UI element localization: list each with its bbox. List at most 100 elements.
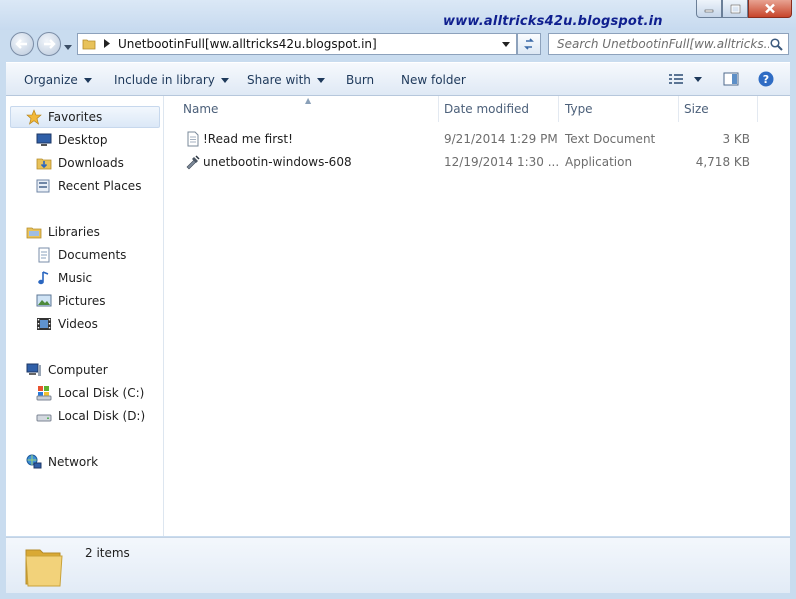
refresh-button[interactable] xyxy=(517,33,541,55)
music-icon xyxy=(36,270,52,286)
new-folder-label: New folder xyxy=(401,73,466,87)
sidebar-label: Videos xyxy=(58,317,98,331)
column-header-name[interactable]: Name xyxy=(183,102,218,116)
sidebar-item-downloads[interactable]: Downloads xyxy=(36,154,124,172)
help-button[interactable]: ? xyxy=(758,71,774,87)
folder-icon xyxy=(25,549,63,587)
organize-label: Organize xyxy=(24,73,78,87)
column-header-size[interactable]: Size xyxy=(684,102,709,116)
sidebar-item-libraries[interactable]: Libraries xyxy=(26,223,100,241)
sidebar-label: Documents xyxy=(58,248,127,262)
file-row[interactable]: unetbootin-windows-608 12/19/2014 1:30 .… xyxy=(165,152,790,172)
sidebar-item-pictures[interactable]: Pictures xyxy=(36,292,106,310)
sidebar-label: Desktop xyxy=(58,133,108,147)
sidebar-label: Pictures xyxy=(58,294,106,308)
search-icon[interactable] xyxy=(770,38,783,51)
computer-icon xyxy=(26,362,42,378)
chevron-down-icon xyxy=(220,77,229,83)
address-dropdown-icon[interactable] xyxy=(502,42,510,47)
sidebar-item-local-disk-d[interactable]: Local Disk (D:) xyxy=(36,407,145,425)
pictures-icon xyxy=(36,293,52,309)
sidebar-label: Favorites xyxy=(48,110,103,124)
close-button[interactable] xyxy=(748,0,792,18)
organize-menu[interactable]: Organize xyxy=(24,73,92,87)
address-path[interactable]: UnetbootinFull[ww.alltricks42u.blogspot.… xyxy=(118,37,377,51)
sidebar-label: Music xyxy=(58,271,93,285)
sidebar-label: Local Disk (D:) xyxy=(58,409,146,423)
search-input[interactable] xyxy=(549,34,769,54)
navigation-bar: UnetbootinFull[ww.alltricks42u.blogspot.… xyxy=(0,30,796,58)
refresh-icon xyxy=(524,38,534,50)
search-box[interactable] xyxy=(548,33,789,55)
file-list: ▲ Name Date modified Type Size !Read me … xyxy=(165,96,790,536)
documents-icon xyxy=(36,247,52,263)
file-size: 3 KB xyxy=(722,132,750,146)
chevron-down-icon xyxy=(64,45,72,50)
maximize-icon xyxy=(730,4,740,13)
application-icon xyxy=(186,155,200,170)
recent-pages-button[interactable] xyxy=(64,39,72,53)
sidebar-item-recent-places[interactable]: Recent Places xyxy=(36,177,141,195)
minimize-button[interactable] xyxy=(696,0,722,18)
preview-pane-button[interactable] xyxy=(723,72,739,86)
star-icon xyxy=(26,109,42,125)
sidebar-item-network[interactable]: Network xyxy=(26,453,98,471)
share-with-label: Share with xyxy=(247,73,311,87)
sidebar-item-computer[interactable]: Computer xyxy=(26,361,108,379)
minimize-icon xyxy=(704,9,714,12)
watermark-text: www.alltricks42u.blogspot.in xyxy=(443,14,663,29)
help-icon: ? xyxy=(758,71,774,87)
sidebar-item-music[interactable]: Music xyxy=(36,269,92,287)
column-divider[interactable] xyxy=(757,96,758,122)
sidebar-label: Libraries xyxy=(48,225,100,239)
forward-button[interactable] xyxy=(37,32,61,56)
breadcrumb-arrow-icon[interactable] xyxy=(104,39,110,48)
sidebar-label: Downloads xyxy=(58,156,124,170)
chevron-down-icon xyxy=(694,76,702,82)
file-date: 9/21/2014 1:29 PM xyxy=(444,132,558,146)
navigation-pane: Favorites Desktop Downloads Recent Place… xyxy=(6,96,164,536)
sort-ascending-icon: ▲ xyxy=(305,96,312,105)
sidebar-item-videos[interactable]: Videos xyxy=(36,315,98,333)
column-divider[interactable] xyxy=(438,96,439,122)
column-divider[interactable] xyxy=(678,96,679,122)
sidebar-label: Network xyxy=(48,455,99,469)
sidebar-item-documents[interactable]: Documents xyxy=(36,246,126,264)
address-bar[interactable]: UnetbootinFull[ww.alltricks42u.blogspot.… xyxy=(77,33,517,55)
sidebar-item-desktop[interactable]: Desktop xyxy=(36,131,108,149)
file-name[interactable]: !Read me first! xyxy=(203,132,293,146)
back-button[interactable] xyxy=(10,32,34,56)
details-pane: 2 items xyxy=(6,537,790,593)
item-count: 2 items xyxy=(85,546,130,560)
share-with-menu[interactable]: Share with xyxy=(247,73,325,87)
maximize-button[interactable] xyxy=(722,0,748,18)
network-icon xyxy=(26,454,42,470)
column-header-type[interactable]: Type xyxy=(565,102,593,116)
sidebar-item-favorites[interactable]: Favorites xyxy=(26,108,102,126)
change-view-button[interactable] xyxy=(668,72,702,86)
sidebar-item-local-disk-c[interactable]: Local Disk (C:) xyxy=(36,384,144,402)
include-in-library-menu[interactable]: Include in library xyxy=(114,73,229,87)
file-type: Application xyxy=(565,155,633,169)
column-divider[interactable] xyxy=(558,96,559,122)
burn-button[interactable]: Burn xyxy=(346,73,374,87)
new-folder-button[interactable]: New folder xyxy=(401,73,466,87)
title-bar: www.alltricks42u.blogspot.in xyxy=(0,0,796,30)
arrow-left-icon xyxy=(15,39,27,49)
chevron-down-icon xyxy=(316,77,325,83)
file-row[interactable]: !Read me first! 9/21/2014 1:29 PM Text D… xyxy=(165,129,790,149)
preview-pane-icon xyxy=(723,72,739,86)
command-bar: Organize Include in library Share with B… xyxy=(6,62,790,96)
column-header-date-modified[interactable]: Date modified xyxy=(444,102,529,116)
file-type: Text Document xyxy=(565,132,656,146)
view-list-icon xyxy=(669,74,683,84)
window-controls xyxy=(696,0,792,18)
hard-drive-icon xyxy=(36,408,52,424)
burn-label: Burn xyxy=(346,73,375,87)
text-file-icon xyxy=(187,131,199,147)
file-name[interactable]: unetbootin-windows-608 xyxy=(203,155,352,169)
close-icon xyxy=(765,3,775,14)
explorer-main: Favorites Desktop Downloads Recent Place… xyxy=(6,96,790,536)
sidebar-label: Local Disk (C:) xyxy=(58,386,145,400)
sidebar-label: Computer xyxy=(48,363,108,377)
